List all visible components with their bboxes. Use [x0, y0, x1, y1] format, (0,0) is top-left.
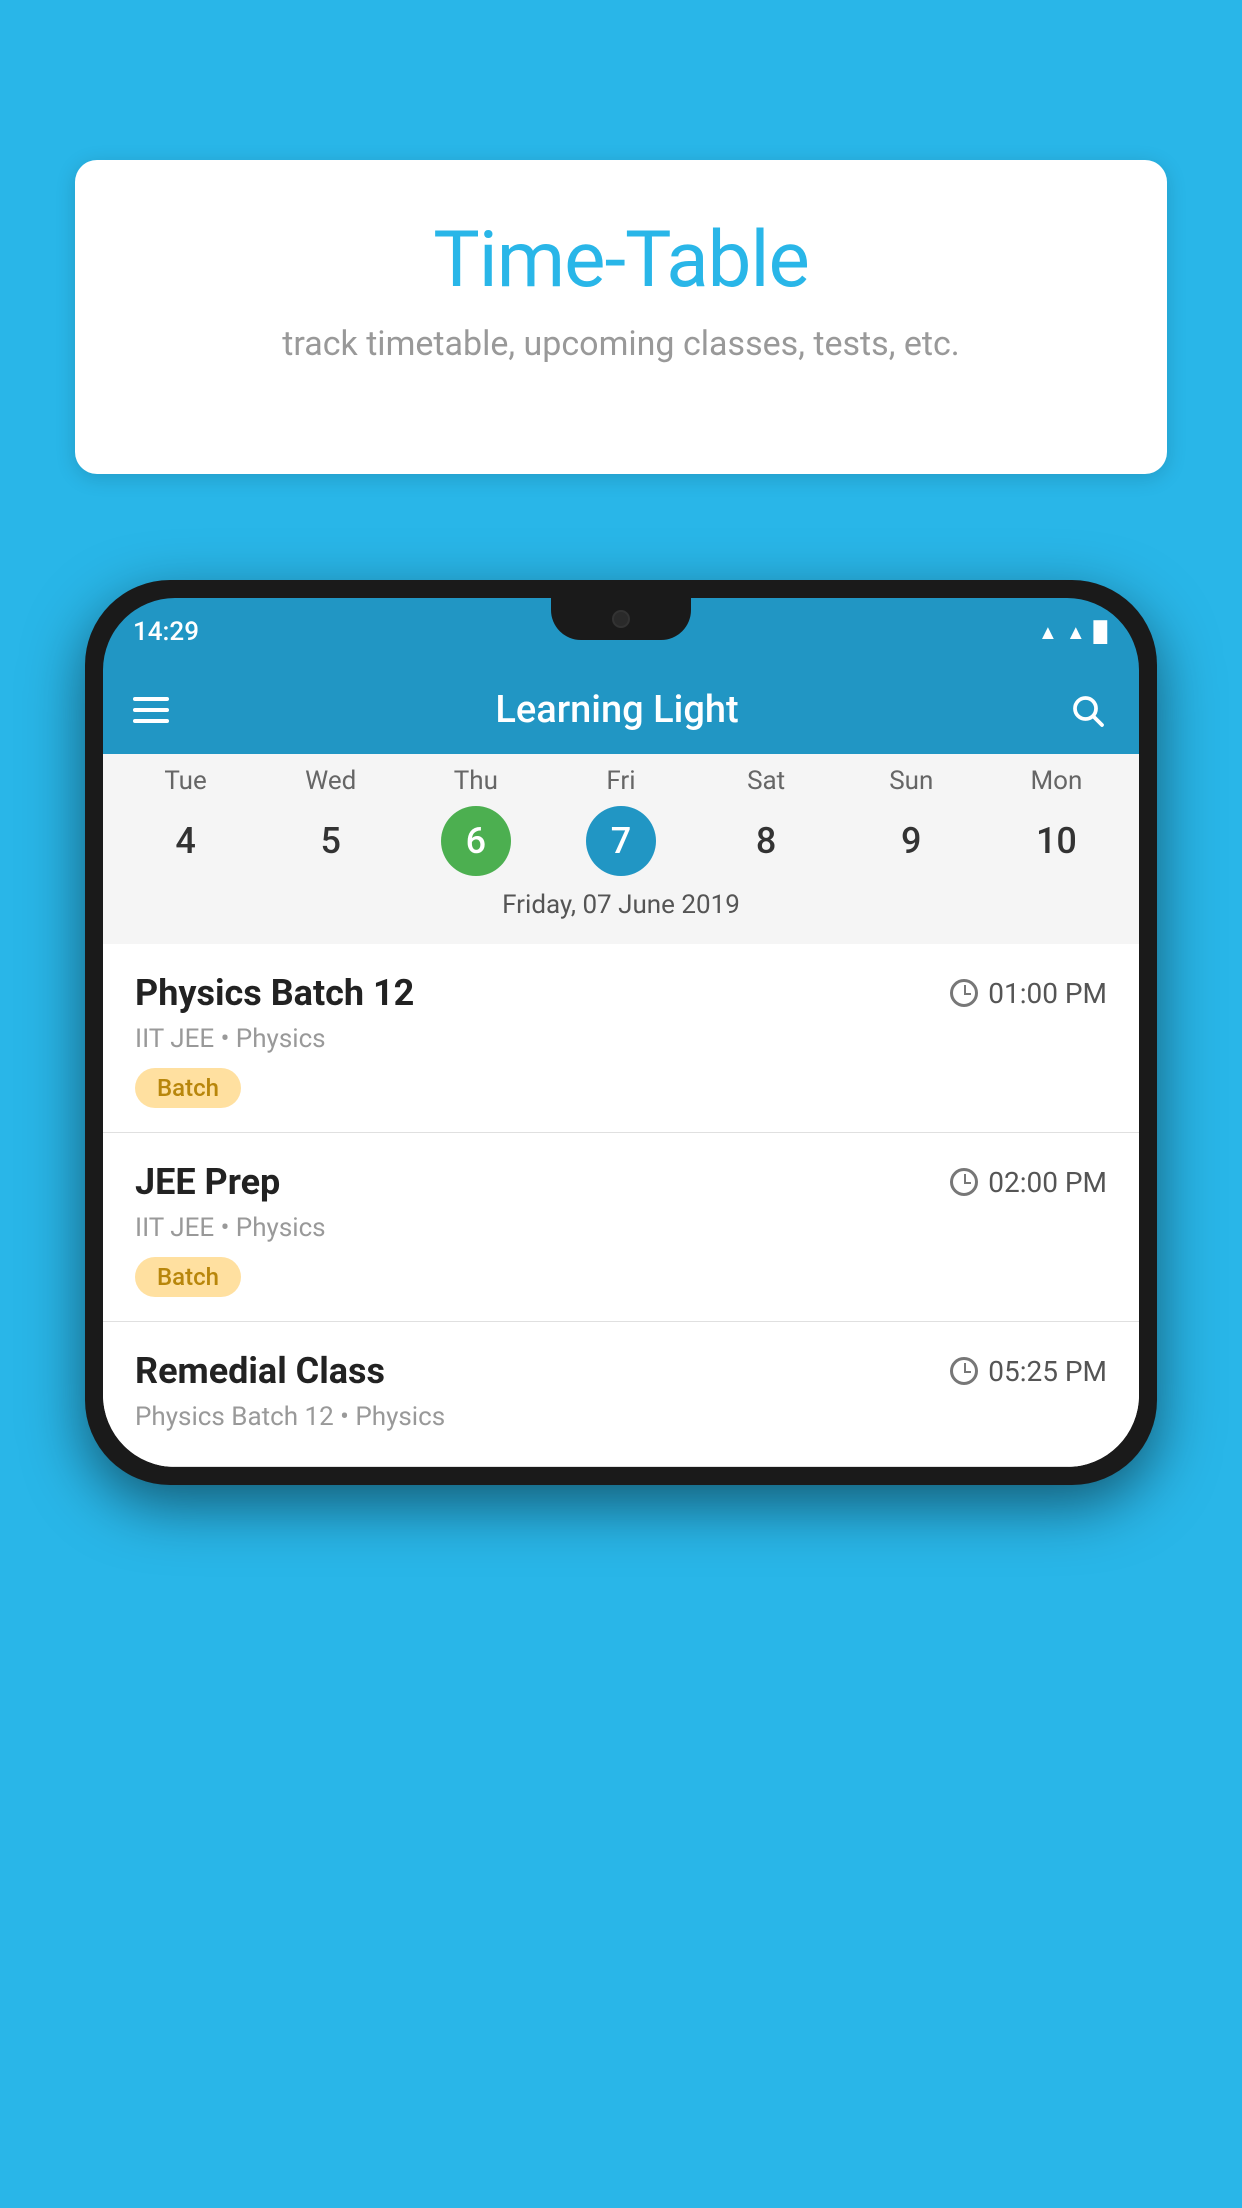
calendar-day-item[interactable]: Sat 8 [706, 766, 826, 876]
schedule-time: 02:00 PM [950, 1166, 1107, 1199]
calendar-strip: Tue 4 Wed 5 Thu 6 Fri 7 Sat 8 Sun 9 Mon 10 Friday, 07… [103, 754, 1139, 944]
status-bar: 14:29 ▲ ▲ ▉ [103, 598, 1139, 666]
time-text: 02:00 PM [988, 1166, 1107, 1199]
schedule-item[interactable]: Remedial Class 05:25 PM Physics Batch 12 •… [103, 1322, 1139, 1467]
battery-icon: ▉ [1094, 620, 1109, 644]
day-number[interactable]: 5 [296, 806, 366, 876]
schedule-item[interactable]: JEE Prep 02:00 PM IIT JEE • Physics Batch [103, 1133, 1139, 1322]
wifi-icon: ▲ [1038, 620, 1058, 645]
speech-bubble-container: Time-Table track timetable, upcoming cla… [75, 160, 1167, 474]
day-number[interactable]: 4 [151, 806, 221, 876]
time-text: 01:00 PM [988, 977, 1107, 1010]
day-name: Mon [1030, 766, 1082, 796]
day-row: Tue 4 Wed 5 Thu 6 Fri 7 Sat 8 Sun 9 Mon 10 [103, 766, 1139, 876]
status-time: 14:29 [133, 617, 199, 647]
app-header: Learning Light [103, 666, 1139, 754]
calendar-day-item[interactable]: Fri 7 [561, 766, 681, 876]
phone-outer: 14:29 ▲ ▲ ▉ Learning Light [85, 580, 1157, 1485]
schedule-subtitle: Physics Batch 12 • Physics [135, 1402, 1107, 1432]
schedule-item[interactable]: Physics Batch 12 01:00 PM IIT JEE • Physic… [103, 944, 1139, 1133]
day-name: Thu [454, 766, 498, 796]
search-button[interactable] [1065, 688, 1109, 732]
time-text: 05:25 PM [988, 1355, 1107, 1388]
calendar-day-item[interactable]: Thu 6 [416, 766, 536, 876]
notch [551, 598, 691, 640]
day-name: Tue [164, 766, 206, 796]
schedule-time: 05:25 PM [950, 1355, 1107, 1388]
day-number[interactable]: 10 [1021, 806, 1091, 876]
day-number[interactable]: 7 [586, 806, 656, 876]
day-name: Sat [747, 766, 785, 796]
clock-icon [950, 1168, 978, 1196]
schedule-time: 01:00 PM [950, 977, 1107, 1010]
schedule-item-header: JEE Prep 02:00 PM [135, 1161, 1107, 1203]
phone-inner: 14:29 ▲ ▲ ▉ Learning Light [103, 598, 1139, 1467]
app-title: Learning Light [169, 688, 1065, 732]
day-name: Sun [889, 766, 933, 796]
calendar-day-item[interactable]: Mon 10 [996, 766, 1116, 876]
schedule-title: Remedial Class [135, 1350, 385, 1392]
calendar-day-item[interactable]: Sun 9 [851, 766, 971, 876]
day-name: Fri [606, 766, 635, 796]
batch-tag: Batch [135, 1068, 241, 1108]
clock-icon [950, 1357, 978, 1385]
day-number[interactable]: 9 [876, 806, 946, 876]
schedule-item-header: Physics Batch 12 01:00 PM [135, 972, 1107, 1014]
schedule-subtitle: IIT JEE • Physics [135, 1024, 1107, 1054]
schedule-list: Physics Batch 12 01:00 PM IIT JEE • Physic… [103, 944, 1139, 1467]
hamburger-menu-icon[interactable] [133, 697, 169, 723]
calendar-day-item[interactable]: Tue 4 [126, 766, 246, 876]
speech-bubble: Time-Table track timetable, upcoming cla… [75, 160, 1167, 474]
schedule-item-header: Remedial Class 05:25 PM [135, 1350, 1107, 1392]
schedule-title: JEE Prep [135, 1161, 280, 1203]
clock-icon [950, 979, 978, 1007]
schedule-subtitle: IIT JEE • Physics [135, 1213, 1107, 1243]
day-name: Wed [305, 766, 356, 796]
selected-date-label: Friday, 07 June 2019 [103, 876, 1139, 936]
day-number[interactable]: 6 [441, 806, 511, 876]
schedule-title: Physics Batch 12 [135, 972, 414, 1014]
camera-dot [612, 610, 630, 628]
status-icons: ▲ ▲ ▉ [1038, 620, 1109, 645]
phone-mockup: 14:29 ▲ ▲ ▉ Learning Light [85, 580, 1157, 1485]
calendar-day-item[interactable]: Wed 5 [271, 766, 391, 876]
day-number[interactable]: 8 [731, 806, 801, 876]
bubble-subtitle: track timetable, upcoming classes, tests… [135, 324, 1107, 364]
signal-icon: ▲ [1066, 620, 1086, 645]
bubble-title: Time-Table [135, 215, 1107, 306]
batch-tag: Batch [135, 1257, 241, 1297]
